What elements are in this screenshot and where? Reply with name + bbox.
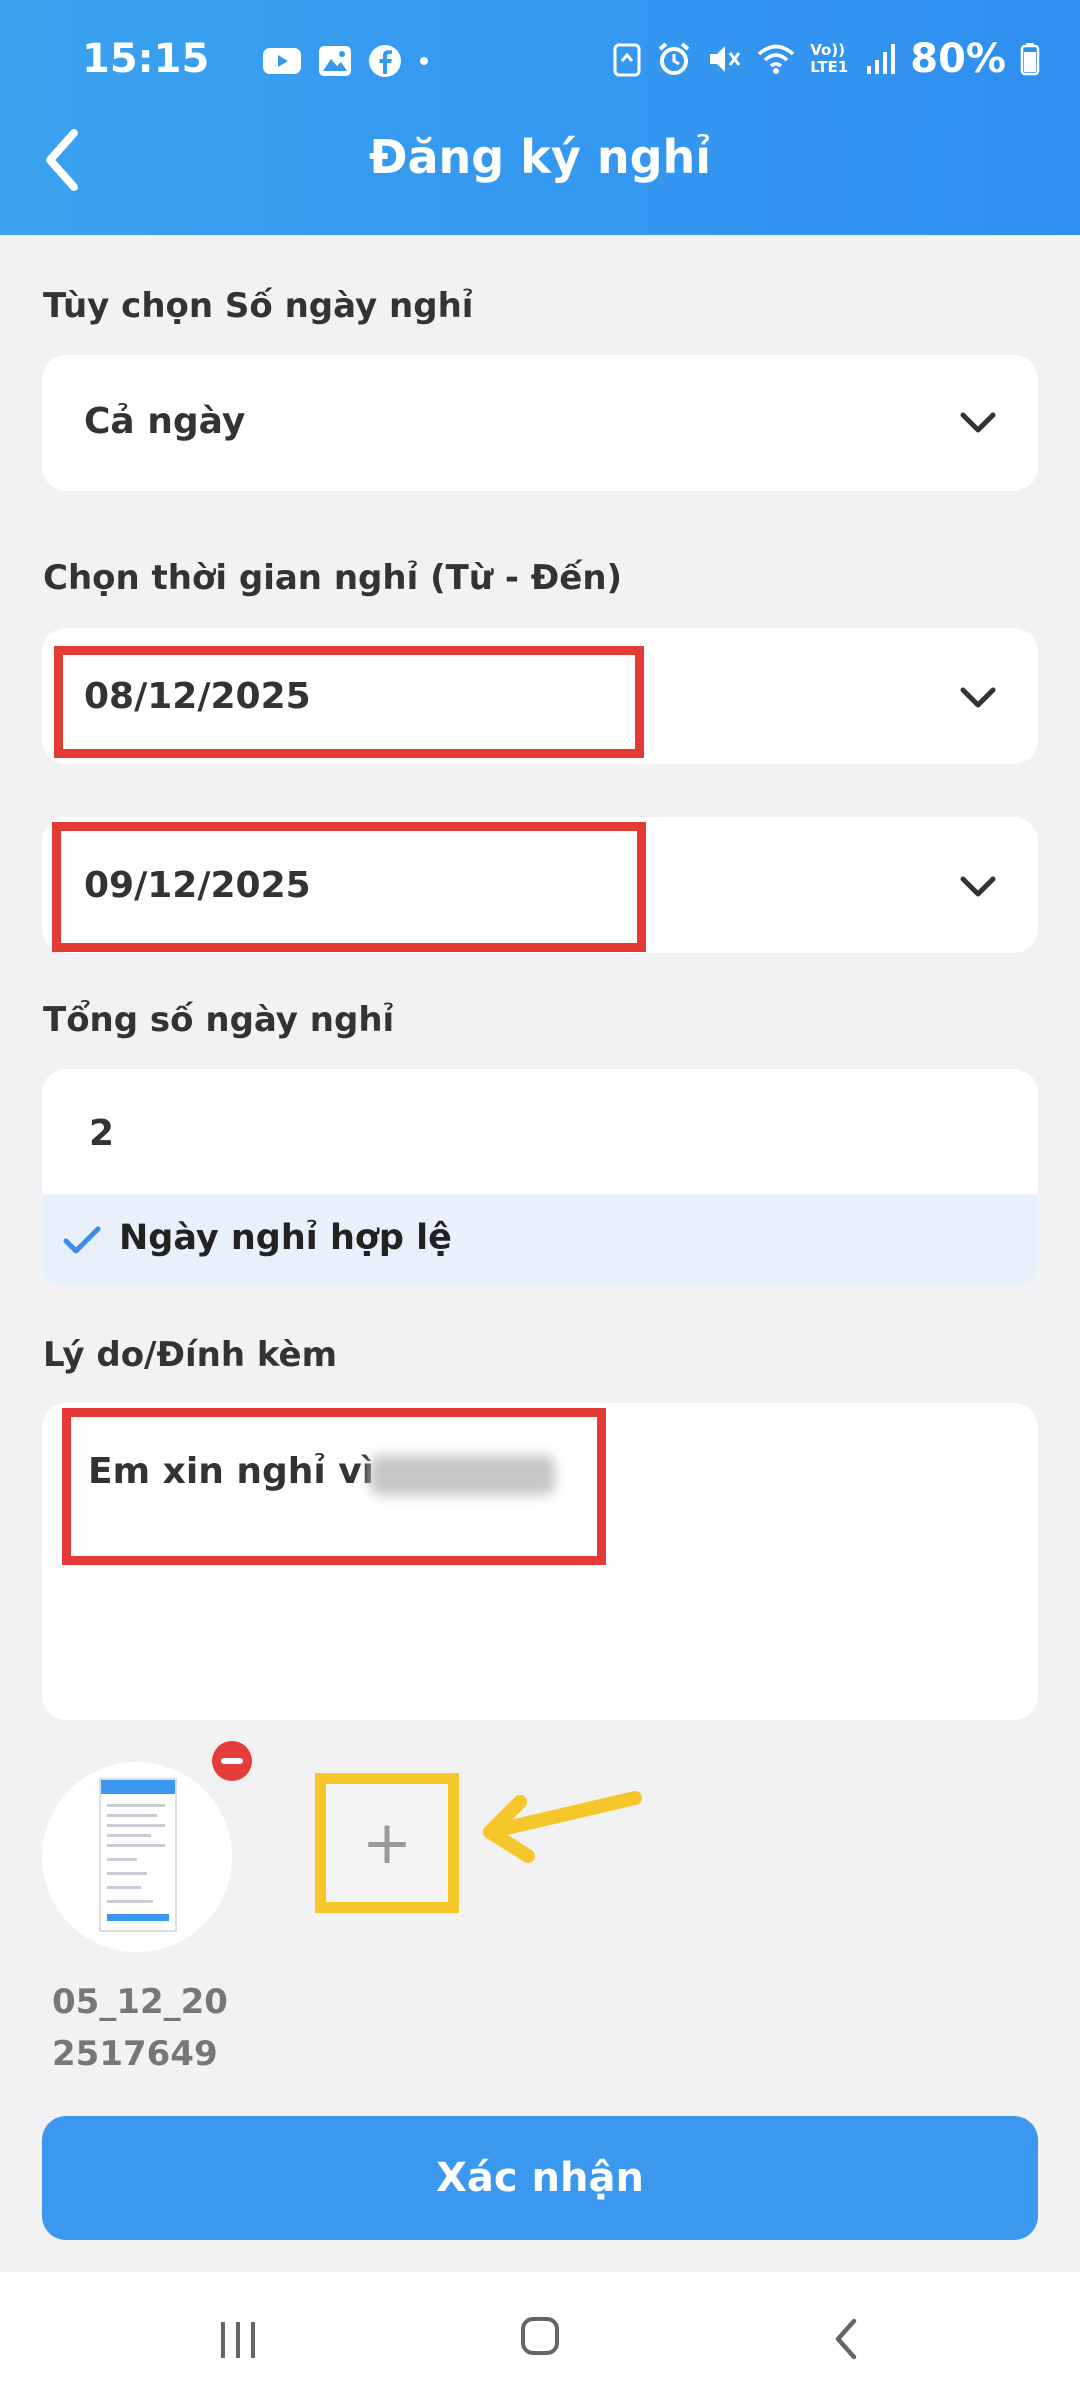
chevron-down-icon xyxy=(960,687,996,708)
validation-message: Ngày nghỉ hợp lệ xyxy=(42,1196,1038,1284)
validation-text: Ngày nghỉ hợp lệ xyxy=(119,1218,452,1258)
checkmark-icon xyxy=(63,1226,101,1254)
notification-icons xyxy=(262,44,430,78)
reason-highlight xyxy=(62,1408,606,1565)
attachment-thumbnail[interactable] xyxy=(42,1762,232,1952)
home-icon[interactable] xyxy=(521,2317,559,2355)
from-date-highlight xyxy=(54,646,644,758)
total-days-label: Tổng số ngày nghỉ xyxy=(43,1000,395,1040)
day-option-value: Cả ngày xyxy=(84,401,246,442)
time-range-label: Chọn thời gian nghỉ (Từ - Đến) xyxy=(43,558,623,598)
status-time: 15:15 xyxy=(82,36,210,82)
facebook-icon xyxy=(369,45,401,77)
battery-level: 80% xyxy=(910,36,1006,82)
system-nav-bar xyxy=(0,2272,1080,2400)
total-days-field: 2 xyxy=(42,1069,1038,1194)
attachment-filename: 05_12_20 2517649 xyxy=(52,1982,228,2074)
app-header: 15:15 Vo)) LTE1 80% Đăng ký nghỉ xyxy=(0,0,1080,235)
chevron-down-icon xyxy=(960,412,996,433)
reason-label: Lý do/Đính kèm xyxy=(43,1335,338,1375)
day-option-label: Tùy chọn Số ngày nghỉ xyxy=(43,286,474,326)
battery-icon xyxy=(1020,43,1040,76)
screenshot-preview xyxy=(99,1778,177,1932)
total-days-value: 2 xyxy=(89,1113,115,1154)
system-icons: Vo)) LTE1 80% xyxy=(612,36,1040,82)
chevron-down-icon xyxy=(960,876,996,897)
alarm-icon xyxy=(658,42,690,75)
signal-icon xyxy=(867,44,896,74)
nav-back-icon[interactable] xyxy=(826,2317,866,2361)
network-label: Vo)) LTE1 xyxy=(810,41,849,76)
confirm-button[interactable]: Xác nhận xyxy=(42,2116,1038,2240)
wifi-icon xyxy=(758,44,795,74)
day-option-select[interactable]: Cả ngày xyxy=(42,355,1038,491)
gallery-icon xyxy=(319,46,351,76)
status-bar: 15:15 Vo)) LTE1 80% xyxy=(82,36,1040,86)
to-date-highlight xyxy=(52,822,646,952)
page-title: Đăng ký nghỉ xyxy=(368,130,712,184)
pointer-arrow-icon xyxy=(483,1791,642,1863)
remove-attachment-button[interactable] xyxy=(212,1741,252,1781)
recycle-icon xyxy=(613,43,641,77)
youtube-icon xyxy=(263,48,301,74)
recent-apps-icon[interactable] xyxy=(218,2320,258,2360)
mute-icon xyxy=(710,46,741,72)
plus-icon: + xyxy=(361,1808,413,1878)
dot-icon xyxy=(420,57,428,65)
add-attachment-button[interactable]: + xyxy=(315,1773,459,1913)
